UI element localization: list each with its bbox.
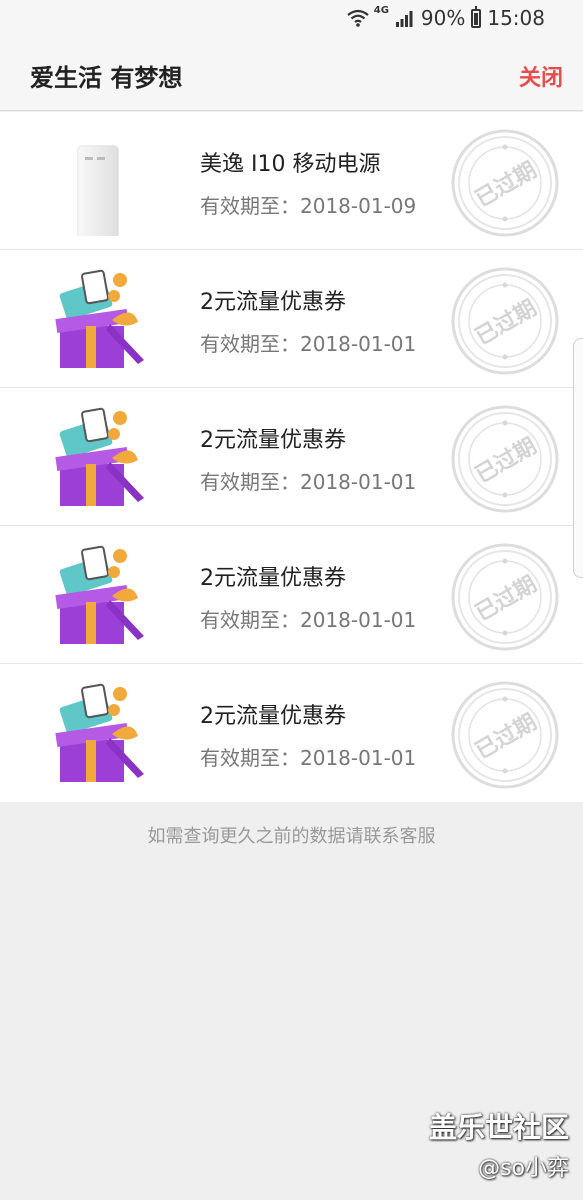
item-expiry: 有效期至：2018-01-01 [200, 746, 417, 770]
expired-stamp: 已过期 [450, 266, 560, 376]
item-name: 2元流量优惠券 [200, 290, 346, 315]
item-name: 美逸 I10 移动电源 [200, 152, 381, 177]
watermark-user: @so小弈 [478, 1156, 569, 1181]
item-expiry: 有效期至：2018-01-01 [200, 470, 417, 494]
coupon-list: 美逸 I10 移动电源 有效期至：2018-01-09 已过期 2元流量优惠券 … [0, 112, 583, 802]
battery-icon [471, 5, 482, 28]
expired-stamp: 已过期 [450, 128, 560, 238]
item-expiry: 有效期至：2018-01-01 [200, 608, 417, 632]
list-item[interactable]: 2元流量优惠券 有效期至：2018-01-01 已过期 [0, 664, 583, 802]
network-type: 4G [373, 4, 389, 16]
expired-stamp: 已过期 [450, 404, 560, 514]
list-item[interactable]: 2元流量优惠券 有效期至：2018-01-01 已过期 [0, 250, 583, 388]
item-name: 2元流量优惠券 [200, 428, 346, 453]
expired-stamp: 已过期 [450, 542, 560, 652]
item-expiry: 有效期至：2018-01-09 [200, 194, 417, 218]
clock: 15:08 [487, 6, 545, 30]
list-item[interactable]: 美逸 I10 移动电源 有效期至：2018-01-09 已过期 [0, 112, 583, 250]
gift-box-icon [55, 683, 144, 782]
item-name: 2元流量优惠券 [200, 704, 346, 729]
close-button[interactable]: 关闭 [519, 60, 563, 92]
status-bar: 4G 90% 15:08 [0, 0, 583, 40]
watermark-title: 盖乐世社区 [428, 1111, 569, 1144]
signal-icon [395, 11, 413, 27]
power-bank-icon [77, 145, 119, 236]
wifi-icon [347, 9, 369, 27]
gift-box-icon [55, 269, 144, 368]
footer-note: 如需查询更久之前的数据请联系客服 [147, 826, 436, 847]
gift-box-icon [55, 545, 144, 644]
battery-percent: 90% [420, 6, 466, 30]
gift-box-icon [55, 407, 144, 506]
item-name: 2元流量优惠券 [200, 566, 346, 591]
item-expiry: 有效期至：2018-01-01 [200, 332, 417, 356]
edge-panel-handle[interactable] [573, 338, 583, 578]
expired-stamp: 已过期 [450, 680, 560, 790]
list-item[interactable]: 2元流量优惠券 有效期至：2018-01-01 已过期 [0, 388, 583, 526]
status-icons: 4G 90% 15:08 [340, 4, 545, 30]
page-title: 爱生活 有梦想 [30, 64, 183, 92]
page-header: 爱生活 有梦想 关闭 [0, 40, 583, 111]
list-item[interactable]: 2元流量优惠券 有效期至：2018-01-01 已过期 [0, 526, 583, 664]
